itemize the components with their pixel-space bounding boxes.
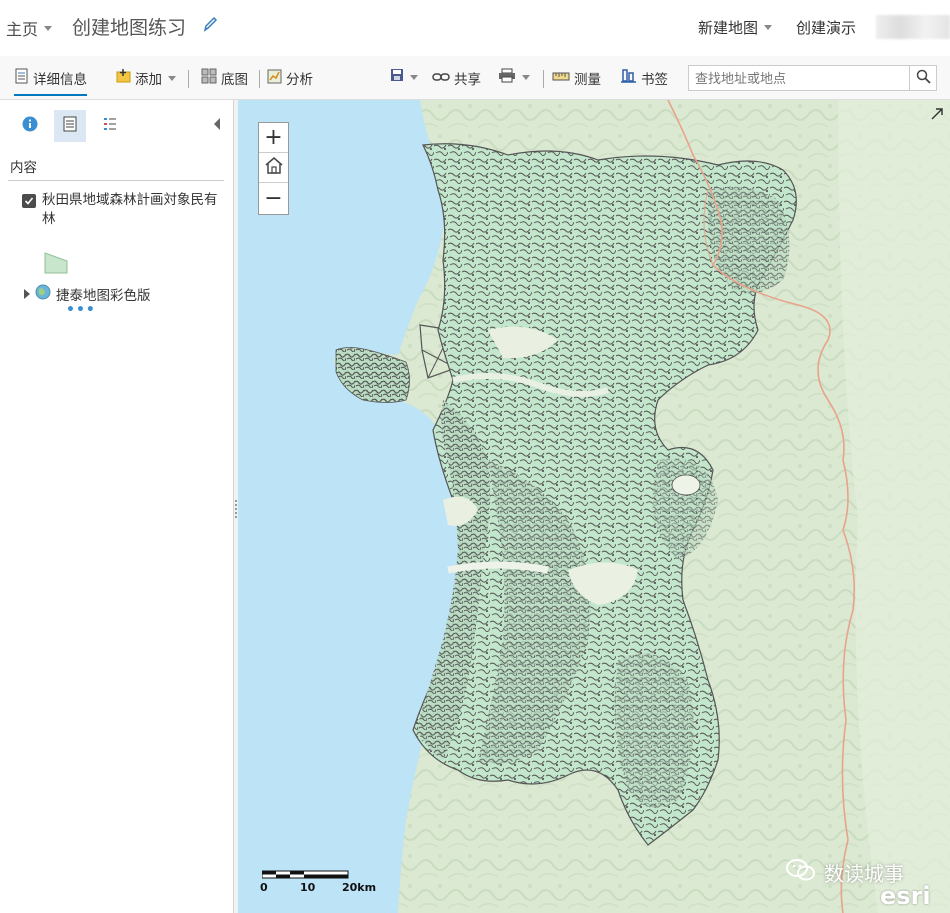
map-title: 创建地图练习	[72, 17, 187, 39]
chevron-down-icon	[168, 75, 176, 81]
map-toolbar: 详细信息 添加 底图 分析 共享 测量 书签 查找地址或地点	[0, 56, 950, 100]
divider	[8, 180, 224, 181]
search-input[interactable]	[688, 65, 910, 91]
chevron-down-icon	[522, 75, 530, 80]
more-options-icon[interactable]: •••	[66, 302, 96, 318]
zoom-in-button[interactable]: +	[259, 123, 288, 153]
basemap-layer-name: 捷泰地图彩色版	[56, 288, 151, 304]
zoom-control: + −	[258, 122, 289, 215]
analysis-button[interactable]: 分析	[267, 68, 313, 88]
new-map-menu[interactable]: 新建地图	[698, 17, 773, 38]
scale-bar	[262, 870, 349, 879]
home-label: 主页	[6, 20, 39, 39]
content-panel: 内容 秋田県地域森林計画対象民有林 捷泰地图彩色版 •••	[0, 100, 234, 913]
new-map-label: 新建地图	[698, 19, 759, 37]
link-icon	[432, 70, 450, 86]
details-button[interactable]: 详细信息	[14, 68, 87, 96]
globe-icon	[35, 284, 51, 304]
content-heading: 内容	[10, 160, 37, 176]
ruler-icon	[552, 69, 570, 87]
print-icon	[498, 68, 516, 87]
wechat-icon	[786, 858, 816, 887]
home-icon	[264, 155, 284, 180]
details-icon	[14, 68, 29, 88]
bookmarks-button[interactable]: 书签	[621, 68, 668, 88]
tab-content[interactable]	[54, 110, 86, 142]
drag-handle-icon[interactable]	[235, 500, 237, 518]
create-presentation-label: 创建演示	[796, 19, 857, 37]
search-icon	[916, 69, 931, 88]
info-icon	[22, 116, 38, 136]
legend-icon	[102, 116, 118, 136]
polygon-legend-icon	[44, 252, 68, 278]
save-icon	[390, 68, 404, 86]
analysis-icon	[267, 69, 282, 88]
basemap-button[interactable]: 底图	[201, 68, 248, 88]
measure-button[interactable]: 测量	[552, 68, 601, 88]
basemap-label: 底图	[221, 72, 248, 88]
user-avatar[interactable]	[876, 15, 950, 39]
chevron-down-icon	[44, 25, 53, 31]
map-view[interactable]: + − 0 10 20km 数读城事 esri	[238, 100, 950, 913]
tab-about[interactable]	[14, 110, 46, 142]
add-label: 添加	[135, 72, 162, 88]
chevron-down-icon	[764, 25, 773, 30]
scale-label-20km: 20km	[342, 881, 377, 894]
create-presentation-link[interactable]: 创建演示	[796, 17, 856, 38]
top-bar: 主页 创建地图练习 新建地图 创建演示	[0, 0, 950, 56]
zoom-out-button[interactable]: −	[259, 183, 288, 213]
save-button[interactable]	[390, 68, 418, 86]
esri-logo[interactable]: esri	[880, 882, 931, 910]
collapse-panel-icon[interactable]	[214, 118, 220, 130]
scale-label-0: 0	[260, 881, 268, 894]
home-extent-button[interactable]	[259, 153, 288, 183]
expand-icon[interactable]	[930, 106, 944, 125]
basemap-icon	[201, 68, 217, 88]
print-button[interactable]	[498, 68, 530, 87]
toolbar-divider	[259, 70, 260, 88]
layer-name[interactable]: 秋田県地域森林計画対象民有林	[42, 191, 222, 229]
pencil-icon[interactable]	[202, 15, 218, 37]
bookmark-icon	[621, 69, 637, 87]
share-label: 共享	[454, 72, 481, 88]
add-icon	[116, 68, 131, 88]
bookmarks-label: 书签	[641, 72, 668, 88]
search-button[interactable]	[910, 65, 937, 91]
map-canvas[interactable]	[238, 100, 950, 913]
measure-label: 测量	[574, 72, 601, 88]
analysis-label: 分析	[286, 72, 313, 88]
tab-legend[interactable]	[94, 110, 126, 142]
chevron-down-icon	[410, 74, 418, 80]
details-label: 详细信息	[33, 72, 87, 88]
expand-arrow-icon[interactable]	[24, 289, 30, 299]
layer-visibility-checkbox[interactable]	[22, 194, 36, 208]
share-button[interactable]: 共享	[432, 68, 481, 88]
content-list-icon	[62, 116, 78, 136]
toolbar-divider	[543, 70, 544, 88]
basemap-layer-row[interactable]: 捷泰地图彩色版	[24, 284, 151, 304]
home-link[interactable]: 主页	[6, 16, 53, 40]
toolbar-divider	[188, 70, 189, 88]
scale-label-10: 10	[300, 881, 316, 894]
add-button[interactable]: 添加	[116, 68, 176, 88]
